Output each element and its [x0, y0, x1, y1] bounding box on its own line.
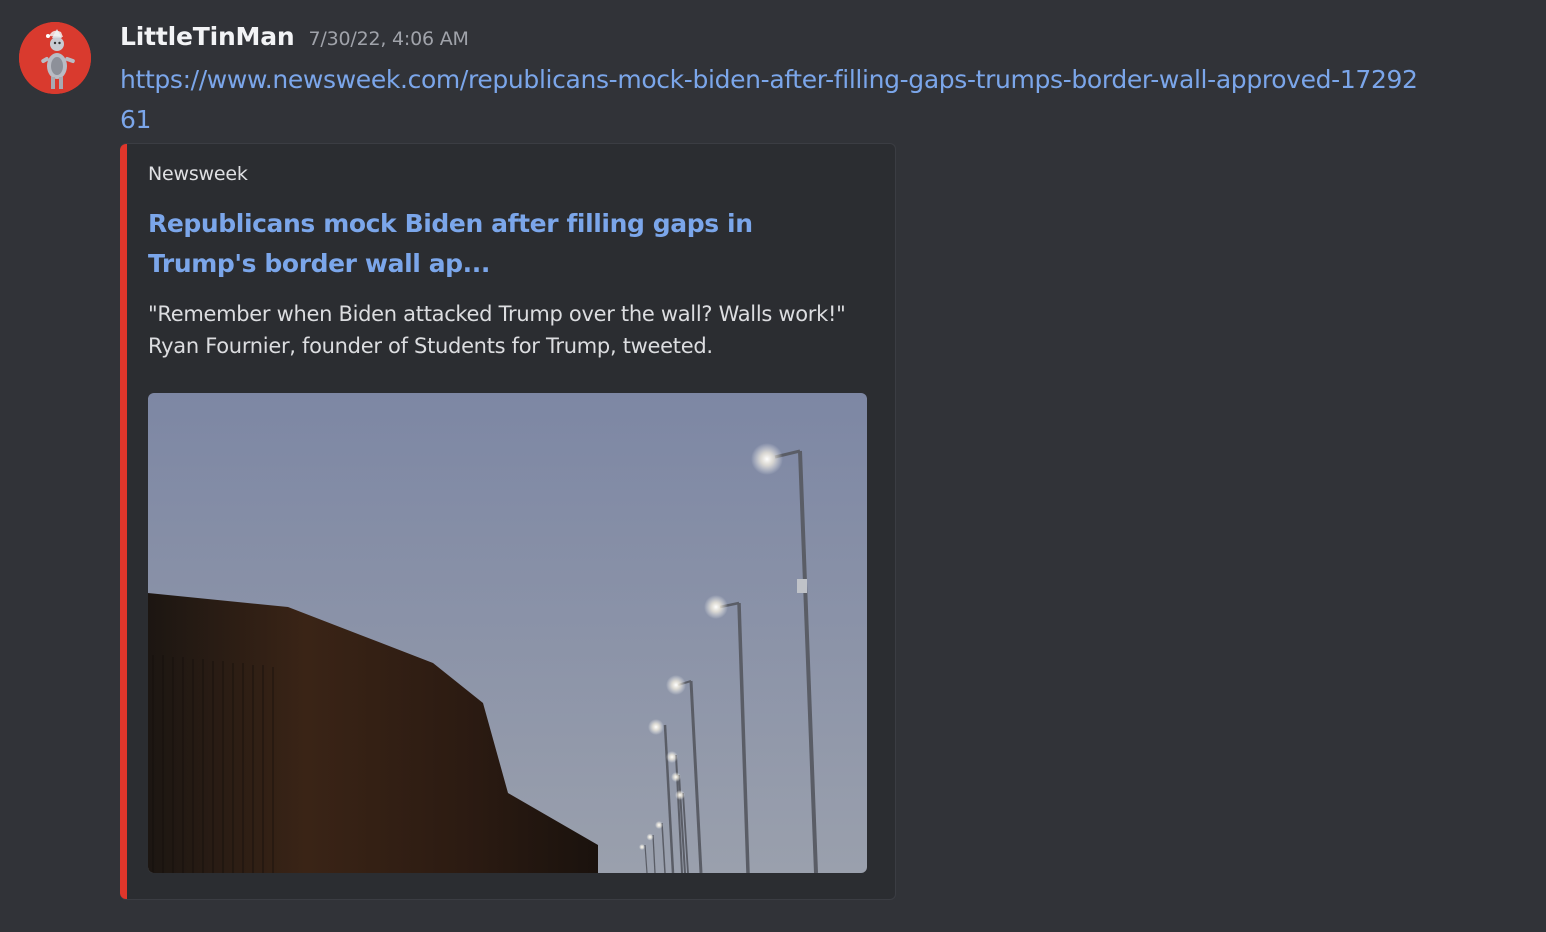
link-embed: Newsweek Republicans mock Biden after fi…	[120, 143, 896, 900]
tin-man-avatar-icon	[19, 22, 91, 94]
embed-image[interactable]	[148, 393, 867, 873]
chat-message: LittleTinMan 7/30/22, 4:06 AM https://ww…	[0, 0, 1546, 932]
message-link[interactable]: https://www.newsweek.com/republicans-moc…	[120, 60, 1420, 140]
message-header: LittleTinMan 7/30/22, 4:06 AM	[120, 22, 469, 58]
embed-accent-bar	[120, 144, 127, 899]
border-wall-photo	[148, 393, 867, 873]
embed-title-link[interactable]: Republicans mock Biden after filling gap…	[148, 204, 848, 284]
timestamp[interactable]: 7/30/22, 4:06 AM	[309, 28, 469, 50]
embed-provider: Newsweek	[148, 163, 248, 185]
username[interactable]: LittleTinMan	[120, 22, 295, 51]
user-avatar[interactable]	[19, 22, 91, 94]
embed-description: "Remember when Biden attacked Trump over…	[148, 302, 846, 358]
